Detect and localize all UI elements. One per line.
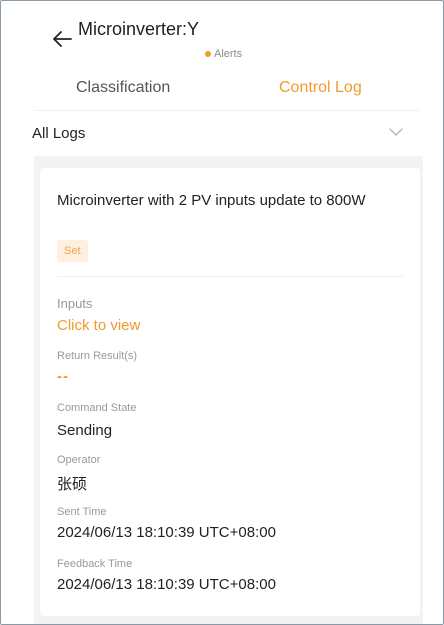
inputs-label: Inputs	[57, 296, 93, 311]
feedback-time-value: 2024/06/13 18:10:39 UTC+08:00	[57, 576, 276, 593]
return-result-value: --	[57, 368, 69, 385]
alerts-label: Alerts	[214, 48, 243, 60]
command-state-value: Sending	[57, 422, 113, 439]
card-divider	[57, 276, 403, 277]
filter-selected-value: All Logs	[32, 125, 86, 142]
header: Microinverter:Y Alerts	[1, 1, 443, 63]
command-type-badge: Set	[57, 240, 88, 262]
command-state-label: Command State	[57, 402, 137, 414]
app-screen: Microinverter:Y Alerts Classification Co…	[0, 0, 444, 625]
sent-time-label: Sent Time	[57, 506, 107, 518]
operator-label: Operator	[57, 454, 101, 466]
log-list: Microinverter with 2 PV inputs update to…	[34, 156, 423, 624]
sent-time-value: 2024/06/13 18:10:39 UTC+08:00	[57, 524, 276, 541]
feedback-time-label: Feedback Time	[57, 558, 133, 570]
arrow-left-icon[interactable]	[51, 28, 73, 50]
tab-classification[interactable]: Classification	[76, 79, 170, 97]
tab-control-log[interactable]: Control Log	[279, 79, 362, 97]
log-filter-dropdown[interactable]: All Logs	[1, 114, 421, 152]
operator-value: 张硕	[57, 476, 88, 493]
return-result-label: Return Result(s)	[57, 350, 138, 362]
alert-dot-icon	[205, 51, 211, 57]
tab-bar: Classification Control Log	[34, 73, 420, 109]
inputs-link[interactable]: Click to view	[57, 317, 140, 334]
page-title: Microinverter:Y	[78, 19, 200, 39]
alerts-indicator[interactable]: Alerts	[205, 48, 242, 60]
log-card[interactable]: Microinverter with 2 PV inputs update to…	[40, 168, 420, 616]
log-title: Microinverter with 2 PV inputs update to…	[57, 192, 366, 209]
tabs-divider	[34, 110, 420, 111]
chevron-down-icon	[389, 128, 403, 136]
